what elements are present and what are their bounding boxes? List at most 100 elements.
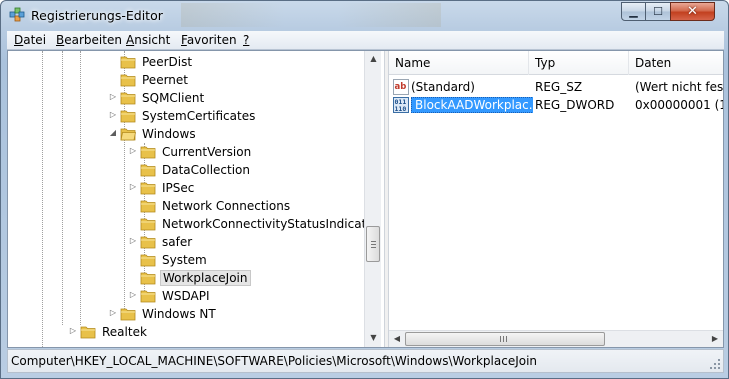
folder-icon: [140, 234, 156, 249]
folder-icon: [80, 324, 96, 339]
folder-icon: [120, 54, 136, 69]
tree-item-label: Windows NT: [142, 307, 216, 321]
tree-item-label: Windows: [142, 127, 196, 141]
menu-datei-label: atei: [23, 33, 47, 47]
tree-item-label: safer: [162, 235, 193, 249]
collapse-arrow-icon[interactable]: ◢: [108, 128, 118, 138]
menu-favoriten[interactable]: Favoriten: [181, 33, 237, 47]
grip-line: [371, 241, 376, 242]
minimize-icon: ▁: [629, 5, 638, 18]
svg-text:ab: ab: [395, 82, 407, 92]
tree-vertical-scrollbar[interactable]: ▲ ▼: [364, 51, 381, 347]
expand-arrow-icon: [108, 56, 118, 66]
expand-arrow-icon: [128, 218, 138, 228]
tree-item-label: Realtek: [102, 325, 147, 339]
grip-line: [371, 247, 376, 248]
scroll-up-arrow-icon[interactable]: ▲: [366, 51, 381, 67]
expand-arrow-icon[interactable]: ▷: [128, 146, 138, 156]
column-header-data[interactable]: Daten: [629, 51, 723, 75]
scroll-thumb[interactable]: [405, 332, 605, 346]
expand-arrow-icon: [128, 272, 138, 282]
tree-item-label: CurrentVersion: [162, 145, 252, 159]
column-header-type[interactable]: Typ: [529, 51, 629, 75]
resize-grip-icon[interactable]: [709, 358, 721, 370]
folder-icon: [140, 270, 156, 285]
tree-item-label: System: [162, 253, 207, 267]
menu-help[interactable]: ?: [243, 33, 249, 47]
value-type: REG_SZ: [535, 80, 583, 94]
value-data: (Wert nicht festg: [635, 80, 723, 94]
tree-item-label: Network Connections: [162, 199, 291, 213]
client-area: PeerDist Peernet ▷ SQMClient ▷ SystemCertific…: [7, 50, 724, 348]
expand-arrow-icon[interactable]: ▷: [108, 308, 118, 318]
expand-arrow-icon: [128, 164, 138, 174]
tree-item-label: PeerDist: [142, 55, 193, 69]
grip-line: [371, 244, 376, 245]
menu-datei[interactable]: Datei: [14, 33, 46, 47]
status-bar: Computer\HKEY_LOCAL_MACHINE\SOFTWARE\Pol…: [7, 349, 724, 373]
value-data: 0x00000001 (1): [635, 98, 723, 112]
tree-item-label: SystemCertificates: [142, 109, 256, 123]
grip-line: [500, 336, 501, 342]
scroll-right-arrow-icon[interactable]: ▶: [707, 331, 723, 347]
close-icon: ✕: [687, 4, 698, 19]
title-bar-background: [181, 3, 441, 27]
folder-icon: [120, 72, 136, 87]
tree-guide-line: [42, 51, 43, 347]
window-title: Registrierungs-Editor: [31, 8, 163, 23]
title-bar[interactable]: Registrierungs-Editor ▁ ☐ ✕: [1, 1, 728, 31]
expand-arrow-icon[interactable]: ▷: [108, 110, 118, 120]
svg-text:110: 110: [395, 105, 407, 113]
folder-icon: [140, 252, 156, 267]
expand-arrow-icon[interactable]: ▷: [128, 236, 138, 246]
expand-arrow-icon[interactable]: ▷: [68, 326, 78, 336]
tree-item-label: IPSec: [162, 181, 195, 195]
list-row[interactable]: ab (Standard) REG_SZ (Wert nicht festg: [389, 78, 723, 96]
value-name: (Standard): [411, 80, 475, 94]
tree-guide-line: [80, 51, 81, 325]
minimize-button[interactable]: ▁: [621, 2, 646, 21]
tree-item-label: WorkplaceJoin: [160, 270, 251, 286]
folder-icon: [120, 108, 136, 123]
maximize-icon: ☐: [653, 5, 663, 18]
menu-bar: Datei Bearbeiten Ansicht Favoriten ?: [7, 31, 724, 50]
value-type: REG_DWORD: [535, 98, 615, 112]
grip-line: [506, 336, 507, 342]
menu-ansicht[interactable]: Ansicht: [126, 33, 170, 47]
close-button[interactable]: ✕: [670, 2, 715, 21]
tree-item-label: NetworkConnectivityStatusIndicator: [162, 217, 379, 231]
selected-value-name: BlockAADWorkplac...: [411, 97, 533, 113]
folder-icon: [120, 126, 136, 141]
grip-line: [503, 336, 504, 342]
tree-item-label: SQMClient: [142, 91, 205, 105]
folder-icon: [140, 198, 156, 213]
column-header-name[interactable]: Name: [389, 51, 529, 75]
scroll-left-arrow-icon[interactable]: ◀: [389, 331, 405, 347]
regedit-app-icon[interactable]: [9, 7, 25, 23]
string-value-icon: ab: [393, 79, 409, 95]
tree-item-label: WSDAPI: [162, 289, 210, 303]
registry-tree[interactable]: PeerDist Peernet ▷ SQMClient ▷ SystemCertific…: [8, 51, 384, 347]
expand-arrow-icon[interactable]: ▷: [128, 182, 138, 192]
expand-arrow-icon[interactable]: ▷: [128, 290, 138, 300]
folder-icon: [140, 162, 156, 177]
expand-arrow-icon: [128, 200, 138, 210]
value-name-selected: BlockAADWorkplac...: [411, 96, 533, 114]
menu-bearbeiten[interactable]: Bearbeiten: [56, 33, 122, 47]
scroll-thumb[interactable]: [366, 226, 380, 262]
scroll-down-arrow-icon[interactable]: ▼: [366, 330, 381, 346]
expand-arrow-icon: [128, 254, 138, 264]
values-list[interactable]: Name Typ Daten ab (Standard) REG_SZ (Wer…: [389, 51, 723, 347]
folder-icon: [140, 216, 156, 231]
list-row[interactable]: 011 110 BlockAADWorkplac... REG_DWORD 0x…: [389, 96, 723, 114]
key-path: Computer\HKEY_LOCAL_MACHINE\SOFTWARE\Pol…: [11, 354, 538, 368]
tree-item-label: Peernet: [142, 73, 188, 87]
tree-guide-line: [62, 51, 63, 325]
expand-arrow-icon: [108, 74, 118, 84]
maximize-button[interactable]: ☐: [645, 2, 671, 21]
list-horizontal-scrollbar[interactable]: ◀ ▶: [389, 330, 723, 347]
list-header: Name Typ Daten: [389, 51, 723, 75]
folder-icon: [140, 180, 156, 195]
expand-arrow-icon[interactable]: ▷: [108, 92, 118, 102]
tree-item-label: DataCollection: [162, 163, 251, 177]
